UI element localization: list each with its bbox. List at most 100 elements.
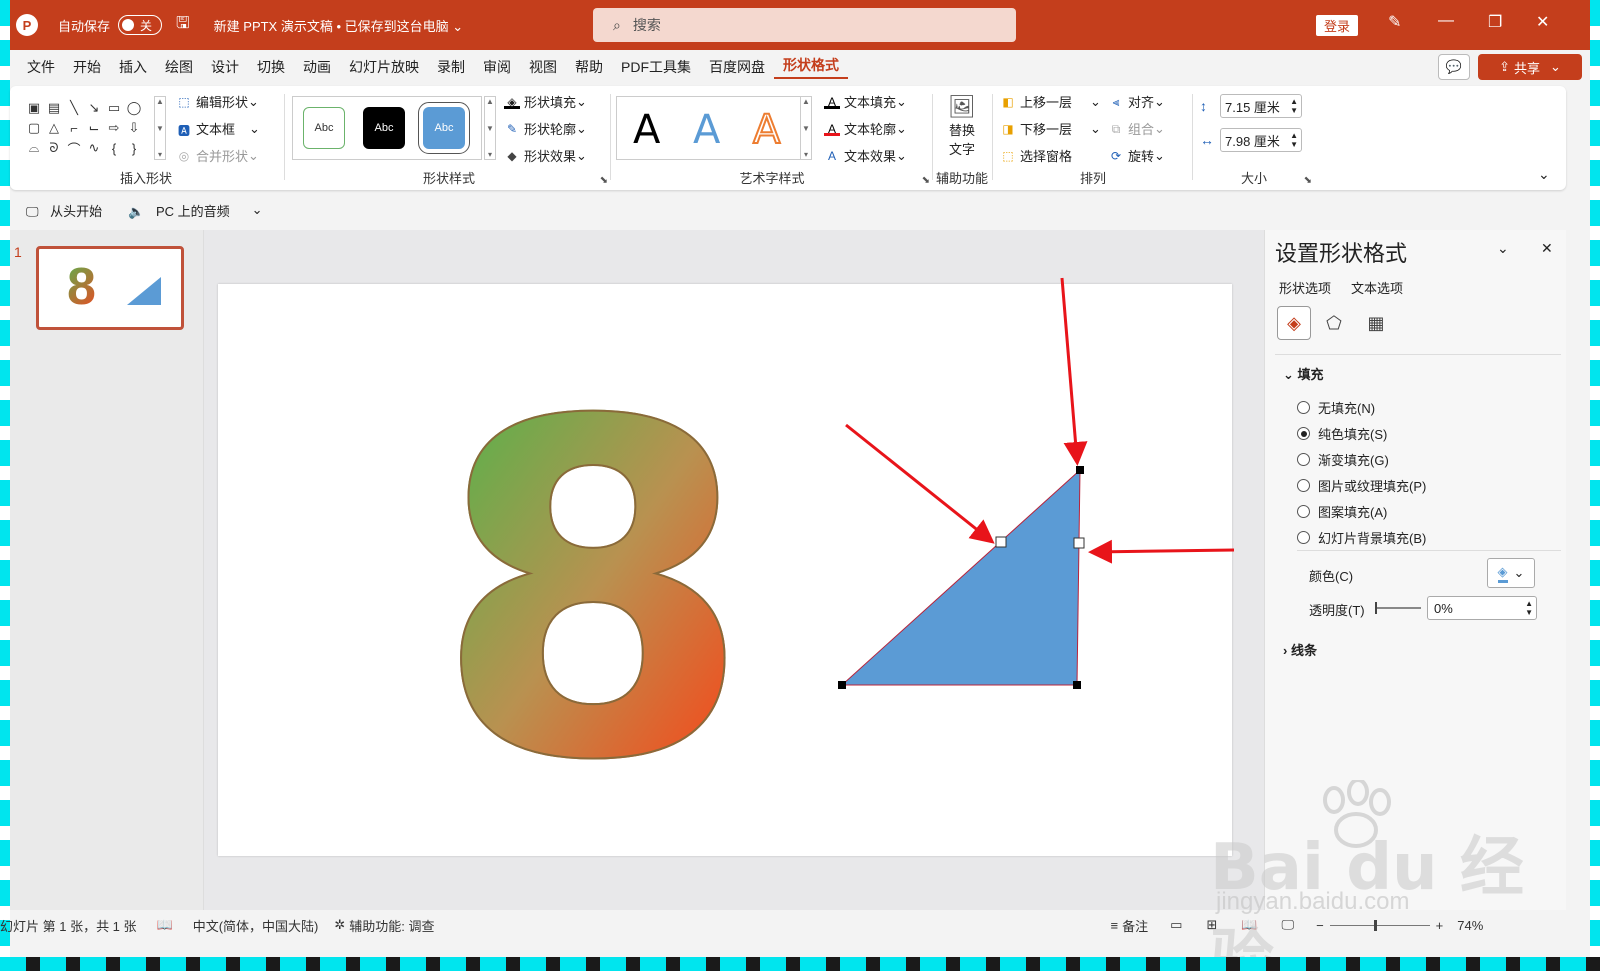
align-button[interactable]: ⫷ 对齐 ⌄ bbox=[1108, 92, 1165, 111]
notes-button[interactable]: 备注 bbox=[1122, 916, 1148, 935]
line-shape-icon[interactable]: ╲ bbox=[64, 98, 84, 118]
color-picker-button[interactable]: ◈ ⌄ bbox=[1487, 558, 1535, 588]
radio-gradient-fill[interactable] bbox=[1297, 453, 1310, 466]
shapes-gallery[interactable]: ▣ ▤ ╲ ↘ ▭ ◯ ▢ △ ⌐ ⌙ ⇨ ⇩ ⌓ ᘐ ⌒ ∿{} bbox=[24, 98, 152, 158]
shape-fill-button[interactable]: ◈ 形状填充 ⌄ bbox=[504, 92, 587, 111]
tab-text-options[interactable]: 文本选项 bbox=[1351, 278, 1403, 297]
pane-options-chevron-icon[interactable]: ⌄ bbox=[1497, 240, 1509, 257]
normal-view-icon[interactable]: ▭ bbox=[1170, 917, 1182, 933]
from-start-button[interactable]: 🖵 从头开始 bbox=[18, 201, 102, 220]
oval-shape-icon[interactable]: ◯ bbox=[124, 98, 144, 118]
rotate-button[interactable]: ⟳ 旋转 ⌄ bbox=[1108, 146, 1165, 165]
fill-line-icon[interactable]: ◈ bbox=[1277, 306, 1311, 340]
language-indicator[interactable]: 中文(简体，中国大陆) bbox=[193, 916, 319, 935]
rounded-rect-shape-icon[interactable]: ▢ bbox=[24, 118, 44, 138]
share-button[interactable]: ⇪ 共享 ⌄ bbox=[1478, 54, 1582, 80]
vertical-textbox-shape-icon[interactable]: ▤ bbox=[44, 98, 64, 118]
tab-shape-format[interactable]: 形状格式 bbox=[774, 55, 848, 79]
group-button[interactable]: ⧉ 组合 ⌄ bbox=[1108, 119, 1165, 138]
comment-icon[interactable]: 💬 bbox=[1438, 54, 1470, 80]
notes-icon[interactable]: ≡ bbox=[1111, 918, 1119, 933]
shape-outline-button[interactable]: ✎ 形状轮廓 ⌄ bbox=[504, 119, 587, 138]
spellcheck-icon[interactable]: 📖 bbox=[157, 917, 173, 933]
save-icon[interactable]: 🖫 bbox=[176, 12, 190, 39]
size-properties-icon[interactable]: ▦ bbox=[1359, 306, 1393, 340]
more-icon[interactable]: ▾ bbox=[804, 150, 808, 159]
line-section-header[interactable]: › 线条 bbox=[1283, 640, 1317, 659]
wordart-scroll[interactable]: ▲ ▼ ▾ bbox=[800, 96, 812, 160]
slide-thumbnail[interactable]: 8 bbox=[36, 246, 184, 330]
spinner-icon[interactable]: ▲ ▼ bbox=[1290, 97, 1298, 115]
curved-connector-icon[interactable]: ⌙ bbox=[84, 118, 104, 138]
edit-shape-button[interactable]: ⬚ 编辑形状 ⌄ bbox=[176, 92, 259, 111]
wordart-sample-blue[interactable]: A bbox=[693, 107, 720, 153]
restore-icon[interactable]: ❐ bbox=[1488, 12, 1502, 32]
radio-solid-fill[interactable] bbox=[1297, 427, 1310, 440]
zoom-out-icon[interactable]: − bbox=[1316, 918, 1324, 933]
radio-picture-fill[interactable] bbox=[1297, 479, 1310, 492]
text-box-button[interactable]: 🅰 文本框 ⌄ bbox=[176, 119, 260, 138]
tab-insert[interactable]: 插入 bbox=[110, 57, 156, 77]
dialog-launcher-icon[interactable]: ⬊ bbox=[600, 175, 608, 186]
style-sample-outline[interactable]: Abc bbox=[303, 107, 345, 149]
effects-pentagon-icon[interactable]: ⬠ bbox=[1317, 306, 1351, 340]
right-arrow-shape-icon[interactable]: ⇨ bbox=[104, 118, 124, 138]
text-effects-button[interactable]: A 文本效果 ⌄ bbox=[824, 146, 907, 165]
right-brace-shape-icon[interactable]: } bbox=[124, 138, 144, 158]
selection-pane-button[interactable]: ⬚ 选择窗格 bbox=[1000, 146, 1072, 165]
wordart-sample-orange-outline[interactable]: A bbox=[752, 106, 781, 154]
scroll-down-icon[interactable]: ▼ bbox=[802, 124, 810, 133]
fill-option-gradient[interactable]: 渐变填充(G) bbox=[1297, 450, 1389, 469]
merge-shapes-button[interactable]: ◎ 合并形状 ⌄ bbox=[176, 146, 259, 165]
tab-design[interactable]: 设计 bbox=[202, 57, 248, 77]
scroll-up-icon[interactable]: ▲ bbox=[802, 97, 810, 106]
reading-view-icon[interactable]: 📖 bbox=[1241, 917, 1257, 933]
tab-file[interactable]: 文件 bbox=[18, 57, 64, 77]
shapes-gallery-scroll[interactable]: ▲ ▼ ▾ bbox=[154, 96, 166, 160]
shape-styles-scroll[interactable]: ▲ ▼ ▾ bbox=[484, 96, 496, 160]
tab-transitions[interactable]: 切换 bbox=[248, 57, 294, 77]
alt-text-button[interactable]: 🖼 替换 文字 bbox=[944, 94, 980, 160]
scroll-up-icon[interactable]: ▲ bbox=[486, 97, 494, 106]
pane-close-icon[interactable]: ✕ bbox=[1541, 240, 1553, 257]
search-input[interactable]: ⌕ 搜索 bbox=[593, 8, 1016, 42]
shape-effects-button[interactable]: ◆ 形状效果 ⌄ bbox=[504, 146, 587, 165]
autosave-toggle[interactable]: 关 bbox=[118, 15, 163, 35]
fill-option-solid[interactable]: 纯色填充(S) bbox=[1297, 424, 1387, 443]
fill-option-slide-background[interactable]: 幻灯片背景填充(B) bbox=[1297, 528, 1426, 547]
zoom-slider[interactable] bbox=[1329, 919, 1430, 931]
tab-record[interactable]: 录制 bbox=[428, 57, 474, 77]
scroll-up-icon[interactable]: ▲ bbox=[156, 97, 164, 106]
wordart-sample-black[interactable]: A bbox=[633, 107, 660, 153]
curve-shape-icon[interactable]: ∿ bbox=[84, 138, 104, 158]
customize-qat-icon[interactable]: ⌄ bbox=[252, 202, 263, 218]
shape-height-input[interactable]: 7.15 厘米 ▲ ▼ bbox=[1220, 94, 1302, 118]
slider-thumb[interactable] bbox=[1375, 602, 1377, 614]
shape-styles-gallery[interactable]: Abc Abc Abc bbox=[292, 96, 482, 160]
close-icon[interactable]: ✕ bbox=[1536, 12, 1549, 32]
tab-review[interactable]: 审阅 bbox=[474, 57, 520, 77]
transparency-input[interactable]: 0% ▲ ▼ bbox=[1427, 596, 1537, 620]
pen-icon[interactable]: ✎ bbox=[1388, 12, 1401, 32]
dialog-launcher-icon[interactable]: ⬊ bbox=[1304, 175, 1312, 186]
radio-slide-background-fill[interactable] bbox=[1297, 531, 1310, 544]
more-icon[interactable]: ▾ bbox=[488, 150, 492, 159]
shape-width-input[interactable]: 7.98 厘米 ▲ ▼ bbox=[1220, 128, 1302, 152]
fill-option-pattern[interactable]: 图案填充(A) bbox=[1297, 502, 1387, 521]
style-sample-blue[interactable]: Abc bbox=[418, 102, 470, 154]
textbox-shape-icon[interactable]: ▣ bbox=[24, 98, 44, 118]
radio-no-fill[interactable] bbox=[1297, 401, 1310, 414]
slide-sorter-icon[interactable]: ⊞ bbox=[1206, 917, 1217, 933]
fill-option-picture[interactable]: 图片或纹理填充(P) bbox=[1297, 476, 1426, 495]
tab-shape-options[interactable]: 形状选项 bbox=[1279, 278, 1331, 297]
text-outline-button[interactable]: A 文本轮廓 ⌄ bbox=[824, 119, 907, 138]
transparency-slider[interactable] bbox=[1375, 602, 1421, 614]
zoom-slider-thumb[interactable] bbox=[1373, 919, 1377, 931]
accessibility-status[interactable]: 辅助功能: 调查 bbox=[349, 916, 434, 935]
more-icon[interactable]: ▾ bbox=[158, 150, 162, 159]
accessibility-icon[interactable]: ✲ bbox=[334, 917, 345, 933]
tab-draw[interactable]: 绘图 bbox=[156, 57, 202, 77]
collapse-ribbon-icon[interactable]: ⌄ bbox=[1538, 166, 1550, 183]
bring-forward-button[interactable]: ◧ 上移一层 ⌄ bbox=[1000, 92, 1101, 111]
tab-pdf-tools[interactable]: PDF工具集 bbox=[612, 57, 700, 77]
